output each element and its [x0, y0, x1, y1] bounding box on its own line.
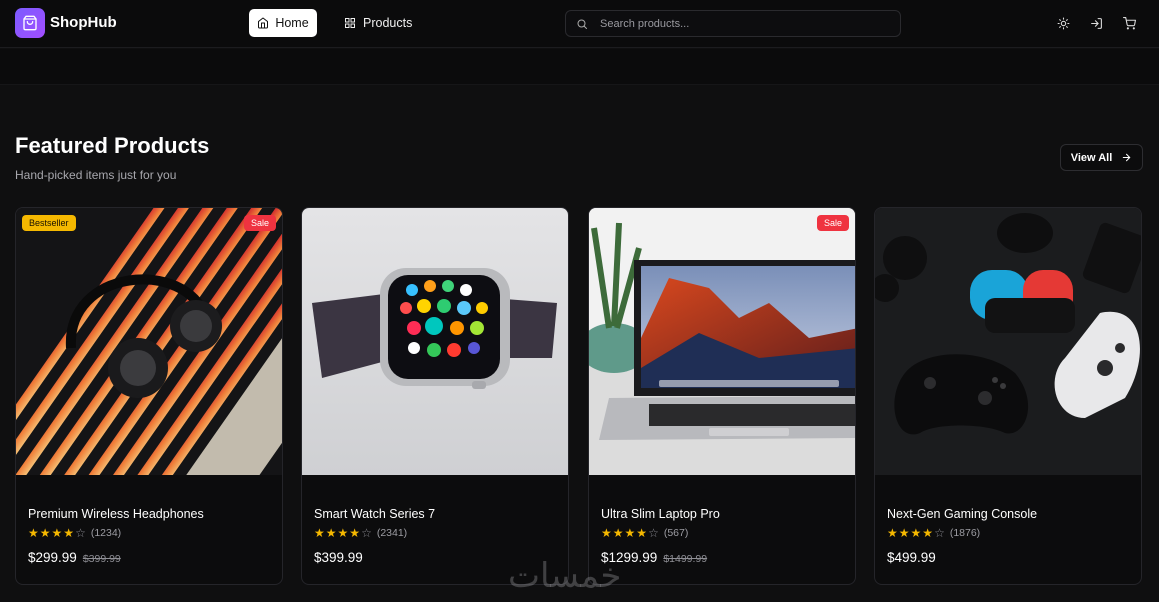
- product-rating: ★ ★ ★ ★ ☆ (567): [601, 527, 688, 539]
- product-price: $499.99: [887, 550, 936, 565]
- product-name[interactable]: Smart Watch Series 7: [314, 507, 435, 521]
- star-filled-icon: ★: [337, 526, 349, 540]
- view-all-button[interactable]: View All: [1060, 144, 1143, 171]
- product-name[interactable]: Next-Gen Gaming Console: [887, 507, 1037, 521]
- product-price: $299.99: [28, 550, 77, 565]
- hero-banner-edge: [0, 49, 1159, 85]
- nav-products-label: Products: [363, 16, 413, 30]
- search-bar[interactable]: [565, 10, 901, 37]
- product-old-price: $1499.99: [663, 553, 708, 565]
- view-all-label: View All: [1070, 151, 1113, 164]
- star-filled-icon: ★: [898, 526, 910, 540]
- review-count: (567): [663, 527, 689, 539]
- product-rating: ★ ★ ★ ★ ☆ (1234): [28, 527, 121, 539]
- search-input[interactable]: [598, 16, 878, 31]
- star-filled-icon: ★: [349, 526, 361, 540]
- star-filled-icon: ★: [624, 526, 636, 540]
- star-filled-icon: ★: [887, 526, 898, 540]
- price-row: $499.99: [887, 550, 936, 565]
- price-row: $299.99 $399.99: [28, 550, 121, 565]
- product-name[interactable]: Premium Wireless Headphones: [28, 507, 204, 521]
- star-filled-icon: ★: [922, 526, 934, 540]
- star-empty-icon: ☆: [934, 526, 945, 540]
- home-icon: [258, 17, 269, 29]
- product-image-smartwatch[interactable]: [302, 208, 568, 475]
- star-empty-icon: ☆: [75, 526, 86, 540]
- review-count: (1876): [949, 527, 981, 539]
- section-title: Featured Products: [15, 133, 210, 158]
- product-card[interactable]: Next-Gen Gaming Console ★ ★ ★ ★ ☆ (1876)…: [874, 207, 1142, 585]
- star-filled-icon: ★: [39, 526, 51, 540]
- product-card[interactable]: Sale Ultra Slim Laptop Pro ★ ★ ★ ★ ☆ (56…: [588, 207, 856, 585]
- star-empty-icon: ☆: [648, 526, 659, 540]
- section-subtitle: Hand-picked items just for you: [15, 168, 177, 182]
- login-icon[interactable]: [1088, 15, 1104, 31]
- top-navbar: ShopHub Home Products: [0, 0, 1159, 48]
- star-filled-icon: ★: [63, 526, 75, 540]
- arrow-right-icon: [1123, 153, 1131, 162]
- star-filled-icon: ★: [601, 526, 612, 540]
- nav-products-button[interactable]: Products: [336, 9, 420, 37]
- product-price: $399.99: [314, 550, 363, 565]
- product-old-price: $399.99: [82, 553, 121, 565]
- grid-icon: [345, 18, 355, 28]
- star-filled-icon: ★: [314, 526, 325, 540]
- search-icon: [577, 19, 587, 29]
- sale-badge: Sale: [243, 215, 276, 231]
- star-filled-icon: ★: [636, 526, 648, 540]
- product-image-controllers[interactable]: [875, 208, 1141, 475]
- nav-home-label: Home: [275, 16, 309, 30]
- product-name[interactable]: Ultra Slim Laptop Pro: [601, 507, 720, 521]
- product-rating: ★ ★ ★ ★ ☆ (1876): [887, 527, 980, 539]
- watermark-text: خمسات: [508, 556, 622, 596]
- product-card[interactable]: Bestseller Sale Premium Wireless Headpho…: [15, 207, 283, 585]
- shopping-bag-logo-icon[interactable]: [15, 8, 45, 38]
- star-filled-icon: ★: [28, 526, 39, 540]
- bestseller-badge: Bestseller: [22, 215, 76, 231]
- star-filled-icon: ★: [325, 526, 337, 540]
- product-image-laptop[interactable]: [589, 208, 855, 475]
- product-rating: ★ ★ ★ ★ ☆ (2341): [314, 527, 407, 539]
- review-count: (2341): [376, 527, 408, 539]
- brand-name[interactable]: ShopHub: [50, 14, 117, 31]
- cart-icon[interactable]: [1121, 15, 1137, 31]
- product-image-headphones[interactable]: [16, 208, 282, 475]
- nav-home-button[interactable]: Home: [249, 9, 317, 37]
- sun-icon[interactable]: [1055, 15, 1071, 31]
- product-card[interactable]: Smart Watch Series 7 ★ ★ ★ ★ ☆ (2341) $3…: [301, 207, 569, 585]
- star-filled-icon: ★: [51, 526, 63, 540]
- star-filled-icon: ★: [612, 526, 624, 540]
- star-filled-icon: ★: [910, 526, 922, 540]
- price-row: $399.99: [314, 550, 363, 565]
- sale-badge: Sale: [816, 215, 849, 231]
- review-count: (1234): [90, 527, 122, 539]
- star-empty-icon: ☆: [361, 526, 372, 540]
